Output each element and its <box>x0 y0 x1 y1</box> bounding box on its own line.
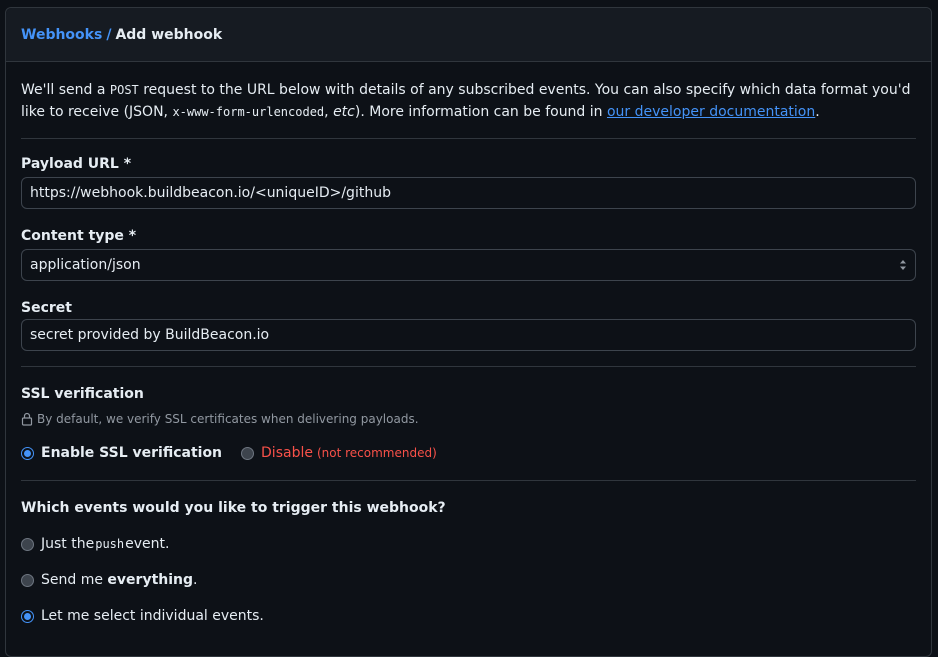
divider <box>21 366 916 367</box>
ssl-note-text: By default, we verify SSL certificates w… <box>37 412 419 426</box>
intro-text: We'll send a POST request to the URL bel… <box>21 79 916 123</box>
developer-docs-link[interactable]: our developer documentation <box>607 104 815 120</box>
event-push-radio[interactable] <box>21 537 34 551</box>
content-type-value: application/json <box>30 257 141 273</box>
breadcrumb-separator: / <box>106 26 112 43</box>
events-title: Which events would you like to trigger t… <box>21 500 446 516</box>
ssl-disable-label: Disable <box>261 445 313 461</box>
event-everything-strong: everything <box>107 572 194 588</box>
event-push-code: push <box>95 537 125 551</box>
payload-url-input[interactable]: https://webhook.buildbeacon.io/<uniqueID… <box>21 177 916 209</box>
event-option-push[interactable]: Just the push event. <box>21 534 916 554</box>
intro-code-post: POST <box>109 83 139 97</box>
ssl-enable-label: Enable SSL verification <box>41 445 223 461</box>
divider <box>21 480 916 481</box>
ssl-verification-title: SSL verification <box>21 386 144 402</box>
ssl-enable-option[interactable]: Enable SSL verification <box>21 443 222 463</box>
content-type-label: Content type * <box>21 228 137 244</box>
event-option-everything[interactable]: Send me everything. <box>21 570 916 590</box>
event-everything-label-pre: Send me <box>41 572 108 588</box>
event-option-individual[interactable]: Let me select individual events. <box>21 606 916 626</box>
event-individual-label: Let me select individual events. <box>41 608 264 624</box>
lock-icon <box>21 412 33 426</box>
intro-text-4: ). More information can be found in <box>354 104 607 120</box>
select-arrows-icon <box>900 260 906 270</box>
ssl-enable-radio[interactable] <box>21 446 34 460</box>
ssl-disable-radio[interactable] <box>241 446 255 460</box>
event-push-label-post: event. <box>125 536 170 552</box>
webhook-form-panel: Webhooks / Add webhook We'll send a POST… <box>5 7 932 657</box>
intro-etc: etc <box>333 104 355 120</box>
ssl-disable-note: (not recommended) <box>316 446 437 460</box>
payload-url-label: Payload URL * <box>21 156 132 172</box>
secret-label: Secret <box>21 300 72 316</box>
ssl-disable-option[interactable]: Disable (not recommended) <box>241 443 437 463</box>
divider <box>21 138 916 139</box>
page-title: Add webhook <box>115 26 223 43</box>
event-everything-radio[interactable] <box>21 573 34 587</box>
intro-text-3: , <box>324 104 334 120</box>
breadcrumb: Webhooks / Add webhook <box>6 8 931 62</box>
intro-text-1: We'll send a <box>21 82 110 98</box>
event-individual-radio[interactable] <box>21 609 34 623</box>
event-push-label-pre: Just the <box>41 536 95 552</box>
payload-url-value: https://webhook.buildbeacon.io/<uniqueID… <box>30 185 391 201</box>
breadcrumb-webhooks-link[interactable]: Webhooks <box>21 27 102 43</box>
content-type-select[interactable]: application/json <box>21 249 916 281</box>
event-everything-label-post: . <box>193 572 198 588</box>
intro-text-5: . <box>815 104 820 120</box>
secret-input[interactable]: secret provided by BuildBeacon.io <box>21 319 916 351</box>
ssl-note: By default, we verify SSL certificates w… <box>21 411 916 427</box>
ssl-options: Enable SSL verification Disable (not rec… <box>21 443 916 463</box>
intro-code-urlencoded: x-www-form-urlencoded <box>172 105 325 119</box>
secret-value: secret provided by BuildBeacon.io <box>30 327 270 343</box>
